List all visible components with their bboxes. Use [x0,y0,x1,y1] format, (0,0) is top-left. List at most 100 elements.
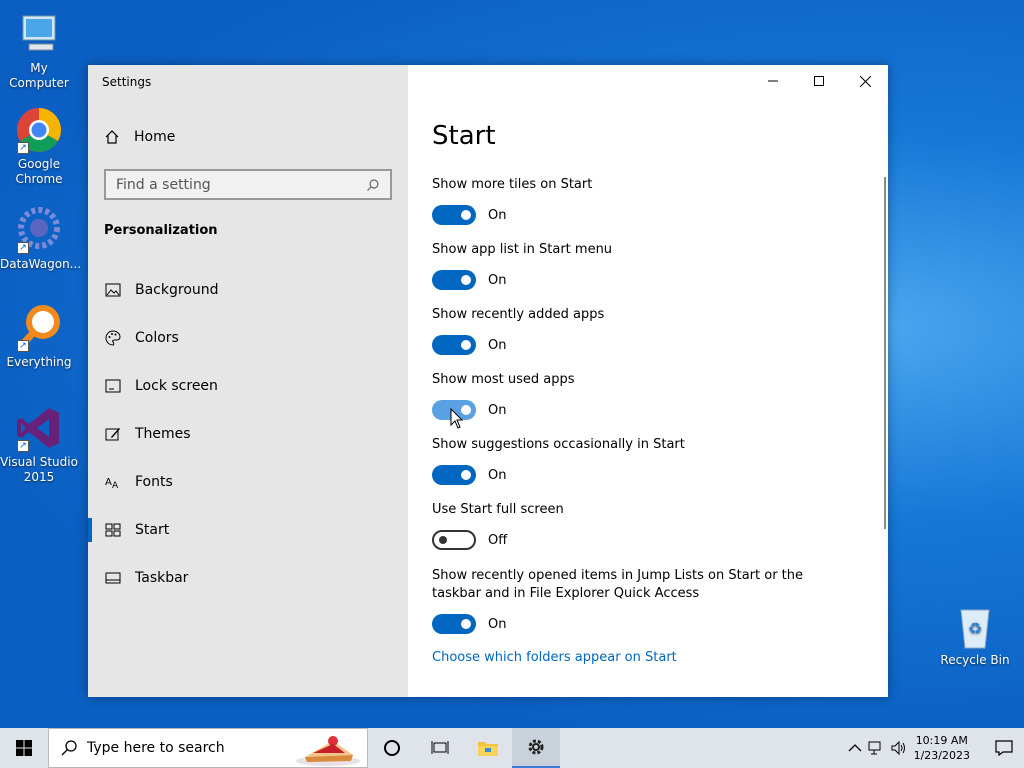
setting-suggestions: Show suggestions occasionally in Start O… [432,436,852,485]
taskbar-search-placeholder: Type here to search [87,740,225,756]
network-icon[interactable] [868,740,886,756]
toggle-state: Off [488,532,508,548]
folder-icon [478,742,498,756]
shortcut-arrow-icon: ↗ [17,142,29,154]
window-title: Settings [102,75,152,89]
toggle-state: On [488,207,507,223]
picture-icon [104,281,122,299]
cortana-button[interactable] [368,728,416,768]
themes-brush-icon [104,425,122,443]
toggle-jump-lists[interactable] [432,614,476,634]
clock-time: 10:19 AM [915,734,968,747]
section-heading: Personalization [104,223,218,238]
sidebar-item-label: Background [135,282,219,298]
taskbar-search-box[interactable]: Type here to search [48,728,368,768]
maximize-button[interactable] [796,65,842,97]
sidebar-item-colors[interactable]: Colors [88,314,408,362]
shortcut-arrow-icon: ↗ [17,242,29,254]
desktop-icon-recycle-bin[interactable]: ♻ Recycle Bin [936,602,1014,668]
setting-most-used: Show most used apps On [432,371,852,420]
task-view-button[interactable] [416,728,464,768]
toggle-state: On [488,337,507,353]
magnifier-icon: ↗ [15,304,63,352]
home-nav-item[interactable]: Home [104,129,175,145]
setting-full-screen: Use Start full screen Off [432,501,852,550]
search-icon[interactable] [366,178,380,192]
toggle-full-screen[interactable] [432,530,476,550]
choose-folders-link[interactable]: Choose which folders appear on Start [432,650,677,665]
scrollbar[interactable] [884,177,886,529]
toggle-state: On [488,272,507,288]
setting-app-list: Show app list in Start menu On [432,241,852,290]
setting-label: Use Start full screen [432,502,564,517]
clock[interactable]: 10:19 AM 1/23/2023 [914,733,970,763]
palette-icon [104,329,122,347]
taskbar: Type here to search 10:19 AM 1/23/2023 [0,728,1024,768]
taskbar-icon [104,569,122,587]
toggle-state: On [488,402,507,418]
sidebar-item-taskbar[interactable]: Taskbar [88,554,408,602]
toggle-state: On [488,467,507,483]
action-center-button[interactable] [984,728,1024,768]
desktop-icon-my-computer[interactable]: My Computer [0,10,78,91]
toggle-state: On [488,616,507,632]
sidebar-item-fonts[interactable]: AA Fonts [88,458,408,506]
chevron-up-icon[interactable] [848,743,862,753]
window-controls [750,65,888,97]
sidebar-item-lock-screen[interactable]: Lock screen [88,362,408,410]
setting-label: Show suggestions occasionally in Start [432,437,685,452]
desktop-icon-label: Google Chrome [15,157,63,186]
start-button[interactable] [0,728,48,768]
shortcut-arrow-icon: ↗ [17,340,29,352]
sidebar-item-label: Themes [135,426,191,442]
toggle-more-tiles[interactable] [432,205,476,225]
recycle-bin-icon: ♻ [951,602,999,650]
svg-text:♻: ♻ [968,619,982,638]
setting-label: Show recently opened items in Jump Lists… [432,568,804,601]
setting-label: Show app list in Start menu [432,242,613,257]
system-tray: 10:19 AM 1/23/2023 [848,728,1024,768]
computer-icon [15,10,63,58]
sidebar-item-label: Start [135,522,170,538]
personalization-nav: Background Colors Lock screen Themes AA … [88,266,408,602]
sidebar-item-label: Fonts [135,474,173,490]
toggle-recently-added[interactable] [432,335,476,355]
desktop-icon-visual-studio[interactable]: ↗ Visual Studio 2015 [0,404,78,485]
desktop-icon-chrome[interactable]: ↗ Google Chrome [0,106,78,187]
shortcut-arrow-icon: ↗ [17,440,29,452]
sidebar-item-themes[interactable]: Themes [88,410,408,458]
sidebar-item-label: Colors [135,330,179,346]
desktop-icon-label: DataWagon... [0,257,82,271]
setting-jump-lists: Show recently opened items in Jump Lists… [432,567,852,634]
toggle-app-list[interactable] [432,270,476,290]
chrome-icon: ↗ [15,106,63,154]
file-explorer-button[interactable] [464,728,512,768]
toggle-suggestions[interactable] [432,465,476,485]
settings-sidebar: Settings Home Personalization Background… [88,65,408,697]
desktop-icon-label: Recycle Bin [940,653,1010,667]
minimize-button[interactable] [750,65,796,97]
gear-cluster-icon: ↗ [15,206,63,254]
maximize-icon [814,76,824,86]
settings-content: Start Show more tiles on Start On Show a… [408,65,888,697]
search-icon [61,740,77,756]
sidebar-item-background[interactable]: Background [88,266,408,314]
page-title: Start [432,121,496,151]
pie-illustration-icon [296,736,360,766]
windows-logo-icon [16,740,32,756]
desktop-icon-datawagon[interactable]: ↗ DataWagon... [0,206,82,272]
mouse-cursor-icon [450,408,464,429]
home-icon [105,130,119,144]
settings-taskbar-button[interactable] [512,728,560,768]
find-setting-search-box[interactable] [104,169,392,200]
lock-screen-icon [104,377,122,395]
minimize-icon [768,80,778,82]
desktop-icon-everything[interactable]: ↗ Everything [0,304,78,370]
svg-text:A: A [105,477,112,488]
find-setting-input[interactable] [116,176,366,193]
cortana-circle-icon [384,740,400,756]
sidebar-item-start[interactable]: Start [88,506,408,554]
speaker-icon[interactable] [890,740,908,756]
home-label: Home [134,129,176,145]
close-button[interactable] [842,65,888,97]
